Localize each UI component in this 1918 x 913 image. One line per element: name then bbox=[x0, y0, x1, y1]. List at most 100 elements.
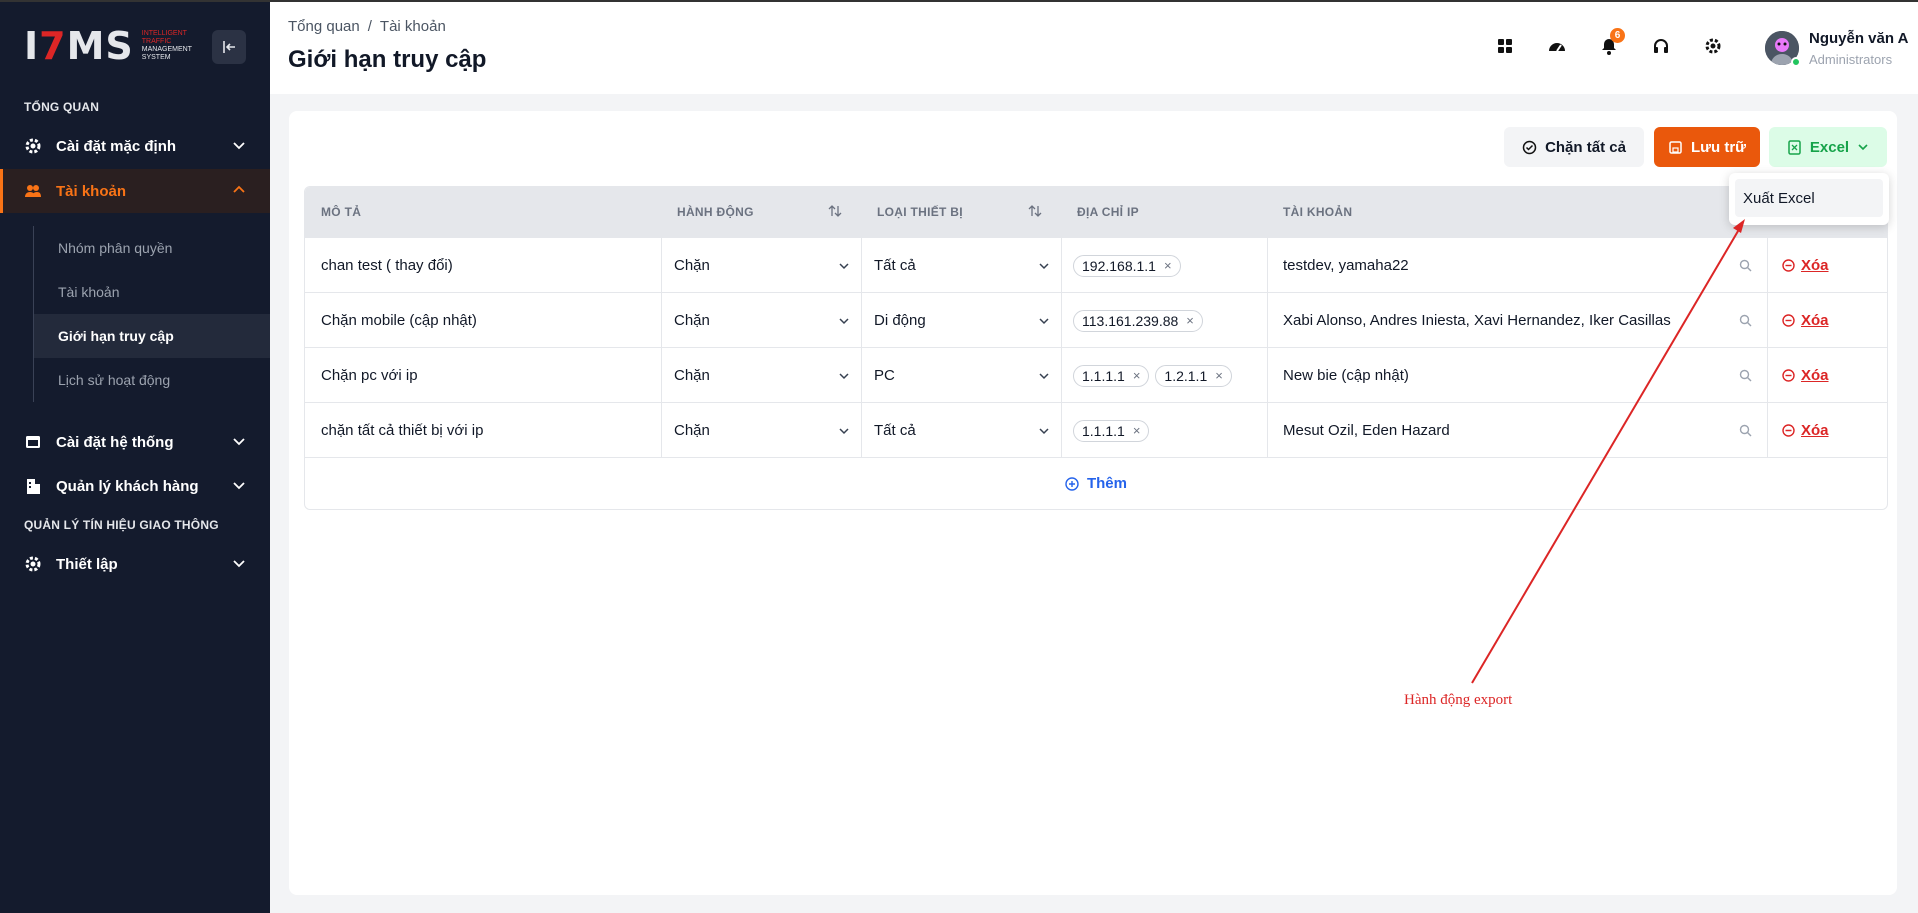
table-row: Chặn pc với ip Chặn PC 1.1.1.1 × 1.2.1.1 ×… bbox=[305, 347, 1887, 403]
close-icon[interactable]: × bbox=[1133, 368, 1141, 383]
accounts-submenu: Nhóm phân quyền Tài khoản Giới hạn truy … bbox=[33, 226, 270, 402]
minus-circle-icon bbox=[1782, 259, 1795, 272]
submenu-access-limit[interactable]: Giới hạn truy cập bbox=[34, 314, 270, 358]
action-select[interactable]: Chặn bbox=[674, 403, 864, 458]
delete-button[interactable]: Xóa bbox=[1782, 238, 1829, 293]
search-icon[interactable] bbox=[1739, 314, 1752, 327]
search-icon[interactable] bbox=[1739, 369, 1752, 382]
column-divider bbox=[1267, 238, 1268, 293]
sort-icon[interactable] bbox=[1028, 204, 1042, 218]
logo-text: I7MS bbox=[24, 24, 134, 68]
dashboard-gauge-icon[interactable] bbox=[1541, 30, 1573, 62]
close-icon[interactable]: × bbox=[1186, 313, 1194, 328]
header-action[interactable]: HÀNH ĐỘNG bbox=[677, 187, 754, 237]
delete-button[interactable]: Xóa bbox=[1782, 348, 1829, 403]
header-account[interactable]: TÀI KHOẢN bbox=[1283, 187, 1352, 237]
column-divider bbox=[1267, 403, 1268, 458]
device-select[interactable]: Tất cả bbox=[874, 403, 1064, 458]
action-select[interactable]: Chặn bbox=[674, 348, 864, 403]
notification-bell-icon[interactable]: 6 bbox=[1593, 28, 1625, 62]
ip-tag: 1.1.1.1 × bbox=[1073, 364, 1150, 387]
breadcrumb-accounts[interactable]: Tài khoản bbox=[380, 18, 446, 35]
annotation-label: Hành động export bbox=[1404, 692, 1513, 708]
headset-support-icon[interactable] bbox=[1645, 30, 1677, 62]
check-circle-icon bbox=[1522, 140, 1537, 154]
add-row-button[interactable]: Thêm bbox=[305, 457, 1887, 509]
menu-setup[interactable]: Thiết lập bbox=[0, 542, 270, 586]
chevron-down-icon bbox=[1039, 427, 1049, 434]
column-divider bbox=[1767, 348, 1768, 403]
close-icon[interactable]: × bbox=[1215, 368, 1223, 383]
row-accounts: Mesut Ozil, Eden Hazard bbox=[1283, 422, 1450, 439]
header-description[interactable]: MÔ TẢ bbox=[321, 187, 361, 237]
close-icon[interactable]: × bbox=[1133, 423, 1141, 438]
column-divider bbox=[861, 403, 862, 458]
table-row: Chặn mobile (cập nhật) Chặn Di động 113.… bbox=[305, 292, 1887, 348]
submenu-activity-history[interactable]: Lịch sử hoạt động bbox=[34, 358, 270, 402]
column-divider bbox=[661, 238, 662, 293]
column-divider bbox=[661, 403, 662, 458]
row-description[interactable]: chan test ( thay đổi) bbox=[321, 238, 453, 293]
gear-icon bbox=[24, 137, 42, 155]
header-device-type[interactable]: LOẠI THIẾT BỊ bbox=[877, 187, 963, 237]
table-header: MÔ TẢ HÀNH ĐỘNG LOẠI THIẾT BỊ ĐỊA CHỈ IP… bbox=[305, 187, 1887, 237]
row-description[interactable]: Chặn mobile (cập nhật) bbox=[321, 293, 477, 348]
ip-tags: 113.161.239.88 × bbox=[1073, 293, 1209, 348]
collapse-sidebar-button[interactable] bbox=[212, 30, 246, 64]
excel-dropdown-button[interactable]: Excel bbox=[1769, 127, 1887, 167]
column-divider bbox=[861, 293, 862, 348]
add-label: Thêm bbox=[1086, 475, 1127, 492]
excel-label: Excel bbox=[1809, 138, 1850, 156]
notification-badge: 6 bbox=[1610, 28, 1625, 43]
page-title: Giới hạn truy cập bbox=[288, 46, 487, 73]
row-description[interactable]: Chặn pc với ip bbox=[321, 348, 418, 403]
excel-dropdown-menu: Xuất Excel bbox=[1729, 173, 1889, 225]
action-select[interactable]: Chặn bbox=[674, 293, 864, 348]
action-select[interactable]: Chặn bbox=[674, 238, 864, 293]
delete-label: Xóa bbox=[1801, 422, 1829, 439]
header: Tổng quan / Tài khoản Giới hạn truy cập … bbox=[270, 2, 1918, 94]
column-divider bbox=[1061, 293, 1062, 348]
device-select[interactable]: PC bbox=[874, 348, 1064, 403]
delete-button[interactable]: Xóa bbox=[1782, 403, 1829, 458]
save-icon bbox=[1669, 140, 1682, 154]
column-divider bbox=[661, 348, 662, 403]
delete-label: Xóa bbox=[1801, 257, 1829, 274]
action-value: Chặn bbox=[674, 367, 710, 384]
breadcrumb-overview[interactable]: Tổng quan bbox=[288, 18, 360, 35]
column-divider bbox=[1061, 403, 1062, 458]
search-icon[interactable] bbox=[1739, 424, 1752, 437]
section-overview: TỔNG QUAN bbox=[24, 100, 100, 114]
sort-icon[interactable] bbox=[828, 204, 842, 218]
delete-button[interactable]: Xóa bbox=[1782, 293, 1829, 348]
device-select[interactable]: Di động bbox=[874, 293, 1064, 348]
column-divider bbox=[1267, 293, 1268, 348]
menu-customer-management[interactable]: Quản lý khách hàng bbox=[0, 464, 270, 508]
device-value: Tất cả bbox=[874, 422, 916, 439]
apps-grid-icon[interactable] bbox=[1489, 30, 1521, 62]
ip-tags: 192.168.1.1 × bbox=[1073, 238, 1187, 293]
block-all-button[interactable]: Chặn tất cả bbox=[1504, 127, 1644, 167]
search-icon[interactable] bbox=[1739, 259, 1752, 272]
menu-system-settings[interactable]: Cài đặt hệ thống bbox=[0, 420, 270, 464]
save-button[interactable]: Lưu trữ bbox=[1654, 127, 1760, 167]
menu-default-settings[interactable]: Cài đặt mặc định bbox=[0, 124, 270, 168]
settings-gear-icon[interactable] bbox=[1697, 30, 1729, 62]
device-select[interactable]: Tất cả bbox=[874, 238, 1064, 293]
menu-label: Cài đặt mặc định bbox=[56, 137, 177, 155]
submenu-permission-groups[interactable]: Nhóm phân quyền bbox=[34, 226, 270, 270]
ip-tag: 1.2.1.1 × bbox=[1155, 364, 1232, 387]
header-ip-address[interactable]: ĐỊA CHỈ IP bbox=[1077, 187, 1139, 237]
users-icon bbox=[24, 182, 42, 200]
row-accounts: Xabi Alonso, Andres Iniesta, Xavi Hernan… bbox=[1283, 312, 1671, 329]
menu-accounts[interactable]: Tài khoản bbox=[0, 169, 270, 213]
chevron-down-icon bbox=[839, 372, 849, 379]
export-excel-menu-item[interactable]: Xuất Excel bbox=[1735, 179, 1883, 217]
table-row: chặn tất cả thiết bị với ip Chặn Tất cả … bbox=[305, 402, 1887, 458]
menu-label: Thiết lập bbox=[56, 555, 118, 573]
column-divider bbox=[661, 293, 662, 348]
submenu-accounts[interactable]: Tài khoản bbox=[34, 270, 270, 314]
row-description[interactable]: chặn tất cả thiết bị với ip bbox=[321, 403, 483, 458]
delete-label: Xóa bbox=[1801, 367, 1829, 384]
close-icon[interactable]: × bbox=[1164, 258, 1172, 273]
